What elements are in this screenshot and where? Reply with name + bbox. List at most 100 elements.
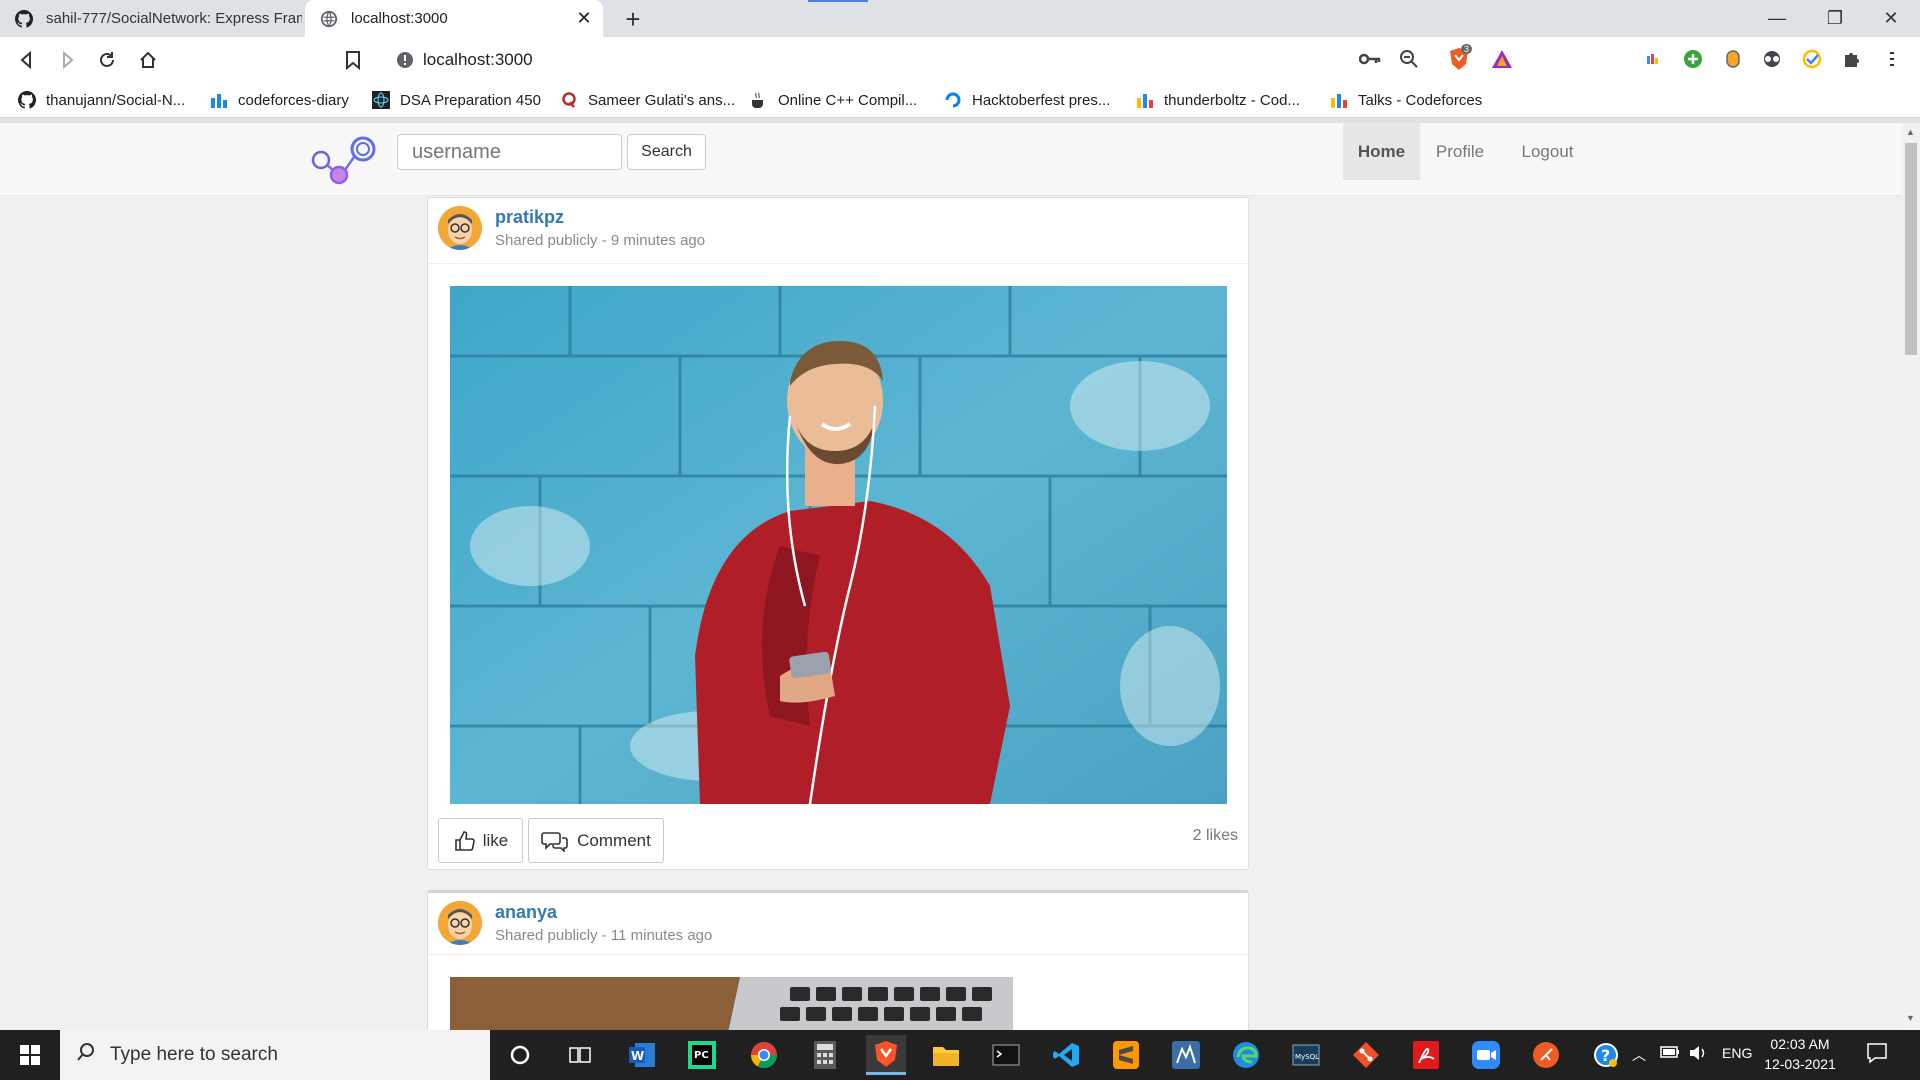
bookmark-icon[interactable] [336,43,370,77]
mysql-shell-icon[interactable]: MySQL [1286,1035,1326,1075]
scrollbar-thumb[interactable] [1905,143,1917,355]
brave-rewards-icon[interactable] [1490,47,1514,71]
post-card: pratikpz Shared publicly - 9 minutes ago [427,197,1249,870]
post-username[interactable]: ananya [495,902,557,923]
bookmark-item[interactable]: Talks - Codeforces [1330,82,1482,118]
extension-flag-icon[interactable] [1641,47,1665,71]
tab-github[interactable]: sahil-777/SocialNetwork: Express Fram [0,0,302,37]
volume-icon[interactable] [1688,1045,1708,1064]
extensions-puzzle-icon[interactable] [1840,47,1864,71]
comment-button[interactable]: Comment [528,818,664,863]
search-button[interactable]: Search [627,134,706,170]
post-meta: Shared publicly - 9 minutes ago [495,232,706,249]
extension-honey-icon[interactable] [1721,47,1745,71]
new-tab-icon[interactable]: + [618,4,648,34]
scroll-up-icon[interactable]: ▲ [1906,127,1915,137]
bookmark-item[interactable]: Hacktoberfest pres... [944,82,1110,118]
word-icon[interactable]: W [622,1035,662,1075]
site-info-icon[interactable] [395,50,415,75]
close-tab-icon[interactable]: ✕ [571,6,597,32]
pycharm-icon[interactable]: PC [682,1035,722,1075]
system-clock[interactable]: 02:03 AM 12-03-2021 [1758,1034,1842,1074]
windows-start-icon[interactable] [10,1035,50,1075]
svg-text:MySQL: MySQL [1295,1053,1319,1061]
zoom-app-icon[interactable] [1466,1035,1506,1075]
language-indicator[interactable]: ENG [1722,1045,1752,1061]
restore-icon[interactable]: ❐ [1806,0,1864,37]
mysql-workbench-icon[interactable] [1166,1035,1206,1075]
task-view-icon[interactable] [560,1035,600,1075]
comment-label: Comment [577,830,651,850]
vscode-icon[interactable] [1046,1035,1086,1075]
extension-check-icon[interactable] [1800,47,1824,71]
post-image[interactable] [450,977,1013,1030]
like-label: like [482,830,509,850]
quora-icon [560,91,578,109]
username-search-input[interactable] [397,134,622,170]
bar-chart-icon [1136,91,1154,109]
home-icon[interactable] [131,43,165,77]
brave-shield-icon[interactable]: 3 [1447,44,1473,71]
globe-icon [319,9,339,29]
git-icon[interactable] [1346,1035,1386,1075]
menu-icon[interactable] [1880,47,1904,71]
tab-loading-indicator [808,0,868,2]
bookmark-item[interactable]: DSA Preparation 450 [372,82,541,118]
nav-home[interactable]: Home [1343,123,1420,180]
address-bar[interactable]: localhost:3000 [383,42,1523,78]
file-explorer-icon[interactable] [926,1035,966,1075]
help-icon[interactable]: ? [1586,1035,1626,1075]
app-logo[interactable] [308,135,378,187]
back-icon[interactable] [10,43,44,77]
nav-profile[interactable]: Profile [1420,123,1500,180]
bookmarks-bar: thanujann/Social-N... codeforces-diary D… [0,82,1920,118]
scroll-down-icon[interactable]: ▼ [1906,1013,1915,1023]
avatar[interactable] [438,206,482,250]
comment-icon [541,831,568,852]
post-username[interactable]: pratikpz [495,207,564,228]
tab-title: sahil-777/SocialNetwork: Express Fram [46,10,302,27]
key-icon[interactable] [1358,47,1382,71]
brave-icon[interactable] [866,1035,906,1075]
taskbar-search[interactable]: Type here to search [60,1030,490,1080]
forward-icon[interactable] [50,43,84,77]
digitalocean-icon [944,91,962,109]
like-button[interactable]: like [438,818,523,863]
bookmark-item[interactable]: Online C++ Compil... [750,82,917,118]
notification-icon[interactable] [1866,1042,1888,1067]
edge-icon[interactable] [1226,1035,1266,1075]
minimize-icon[interactable]: — [1748,0,1806,37]
sublime-icon[interactable] [1106,1035,1146,1075]
calculator-icon[interactable] [805,1035,845,1075]
avatar[interactable] [438,901,482,945]
app-navbar: Search Home Profile Logout [0,123,1902,196]
extension-glasses-icon[interactable] [1760,47,1784,71]
bar-chart-icon [210,91,228,109]
terminal-icon[interactable] [986,1035,1026,1075]
bookmark-item[interactable]: codeforces-diary [210,82,349,118]
search-icon [76,1042,96,1068]
chevron-up-icon[interactable]: ︿ [1632,1045,1646,1065]
post-image[interactable] [450,286,1227,804]
zoom-icon[interactable] [1397,47,1421,71]
post-card: ananya Shared publicly - 11 minutes ago [427,890,1249,1030]
postman-icon[interactable] [1526,1035,1566,1075]
battery-icon[interactable] [1660,1045,1680,1062]
close-window-icon[interactable]: ✕ [1862,0,1920,37]
thumbs-up-icon [454,830,475,851]
chrome-icon[interactable] [744,1035,784,1075]
taskbar: Type here to search W PC MySQL ? ︿ ENG 0… [0,1030,1920,1080]
svg-text:?: ? [1601,1046,1610,1065]
tab-localhost[interactable]: localhost:3000 ✕ [305,0,603,37]
bookmark-item[interactable]: Sameer Gulati's ans... [560,82,735,118]
reload-icon[interactable] [90,43,124,77]
page-scrollbar[interactable]: ▲ ▼ [1902,123,1920,1030]
cortana-icon[interactable] [500,1035,540,1075]
clock-date: 12-03-2021 [1764,1056,1836,1072]
bookmark-item[interactable]: thunderboltz - Cod... [1136,82,1300,118]
nav-logout[interactable]: Logout [1500,123,1595,180]
bookmark-item[interactable]: thanujann/Social-N... [18,82,185,118]
extension-plus-icon[interactable] [1681,47,1705,71]
shield-badge: 3 [1461,44,1473,54]
acrobat-icon[interactable] [1406,1035,1446,1075]
